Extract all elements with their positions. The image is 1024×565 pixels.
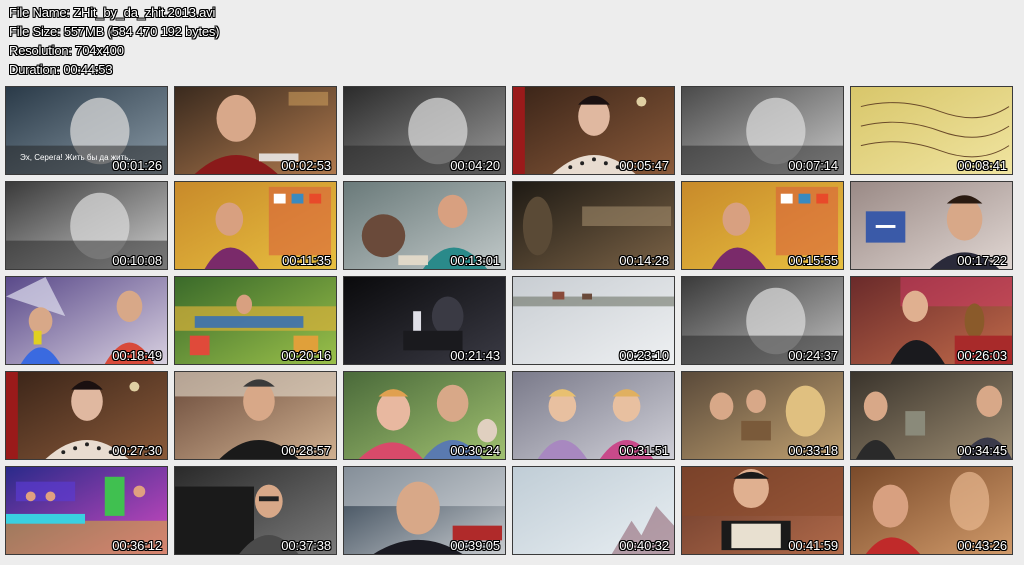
timestamp-label: 00:08:41 [957, 158, 1007, 173]
thumbnail-frame: 00:40:32 [512, 466, 675, 555]
thumbnail-frame: 00:10:08 [5, 181, 168, 270]
timestamp-label: 00:05:47 [619, 158, 669, 173]
file-name-text: File Name: ZHit_by_da_zhit.2013.avi [9, 5, 216, 20]
thumbnail-frame: 00:05:47 [512, 86, 675, 175]
timestamp-label: 00:02:53 [281, 158, 331, 173]
thumbnail-frame: 00:23:10 [512, 276, 675, 365]
timestamp-label: 00:01:26 [112, 158, 162, 173]
thumbnail-frame: 00:41:59 [681, 466, 844, 555]
thumbnail-frame: 00:18:49 [5, 276, 168, 365]
timestamp-label: 00:17:22 [957, 253, 1007, 268]
thumbnail-frame: 00:39:05 [343, 466, 506, 555]
timestamp-label: 00:43:26 [957, 538, 1007, 553]
timestamp-label: 00:15:55 [788, 253, 838, 268]
timestamp-label: 00:04:20 [450, 158, 500, 173]
thumbnail-frame: 00:04:20 [343, 86, 506, 175]
timestamp-label: 00:18:49 [112, 348, 162, 363]
thumbnail-frame: 00:43:26 [850, 466, 1013, 555]
thumbnail-frame: 00:11:35 [174, 181, 337, 270]
timestamp-label: 00:36:12 [112, 538, 162, 553]
timestamp-label: 00:40:32 [619, 538, 669, 553]
timestamp-label: 00:10:08 [112, 253, 162, 268]
timestamp-label: 00:41:59 [788, 538, 838, 553]
thumbnail-frame: 00:02:53 [174, 86, 337, 175]
thumbnail-frame: 00:30:24 [343, 371, 506, 460]
timestamp-label: 00:24:37 [788, 348, 838, 363]
thumbnail-frame: 00:14:28 [512, 181, 675, 270]
thumbnail-frame: 00:24:37 [681, 276, 844, 365]
resolution-text: Resolution: 704x400 [9, 43, 124, 58]
thumbnail-frame: 00:08:41 [850, 86, 1013, 175]
thumbnail-frame: 00:34:45 [850, 371, 1013, 460]
thumbnail-frame: 00:17:22 [850, 181, 1013, 270]
timestamp-label: 00:28:57 [281, 443, 331, 458]
thumbnail-frame: 00:33:18 [681, 371, 844, 460]
duration-text: Duration: 00:44:53 [9, 62, 113, 77]
timestamp-label: 00:07:14 [788, 158, 838, 173]
timestamp-label: 00:39:05 [450, 538, 500, 553]
thumbnail-frame: Эх, Серега! Жить бы да жить... 00:01:26 [5, 86, 168, 175]
timestamp-label: 00:26:03 [957, 348, 1007, 363]
thumbnail-frame: 00:13:01 [343, 181, 506, 270]
thumbnail-frame: 00:15:55 [681, 181, 844, 270]
thumbnail-frame: 00:37:38 [174, 466, 337, 555]
thumbnail-frame: 00:20:16 [174, 276, 337, 365]
timestamp-label: 00:37:38 [281, 538, 331, 553]
thumbnail-frame: 00:31:51 [512, 371, 675, 460]
file-size-text: File Size: 557MB (584 470 192 bytes) [9, 24, 220, 39]
thumbnail-frame: 00:26:03 [850, 276, 1013, 365]
timestamp-label: 00:11:35 [282, 253, 331, 268]
thumbnail-frame: 00:28:57 [174, 371, 337, 460]
file-info-panel: File Name: ZHit_by_da_zhit.2013.avi File… [9, 3, 220, 79]
timestamp-label: 00:27:30 [112, 443, 162, 458]
timestamp-label: 00:23:10 [619, 348, 669, 363]
timestamp-label: 00:34:45 [957, 443, 1007, 458]
timestamp-label: 00:13:01 [450, 253, 500, 268]
thumbnail-frame: 00:27:30 [5, 371, 168, 460]
timestamp-label: 00:31:51 [619, 443, 669, 458]
thumbnail-frame: 00:21:43 [343, 276, 506, 365]
timestamp-label: 00:33:18 [788, 443, 838, 458]
thumbnail-frame: 00:07:14 [681, 86, 844, 175]
timestamp-label: 00:20:16 [281, 348, 331, 363]
timestamp-label: 00:30:24 [450, 443, 500, 458]
timestamp-label: 00:21:43 [450, 348, 500, 363]
thumbnail-frame: 00:36:12 [5, 466, 168, 555]
timestamp-label: 00:14:28 [619, 253, 669, 268]
thumbnail-grid: Эх, Серега! Жить бы да жить... 00:01:26 00… [5, 86, 1013, 555]
